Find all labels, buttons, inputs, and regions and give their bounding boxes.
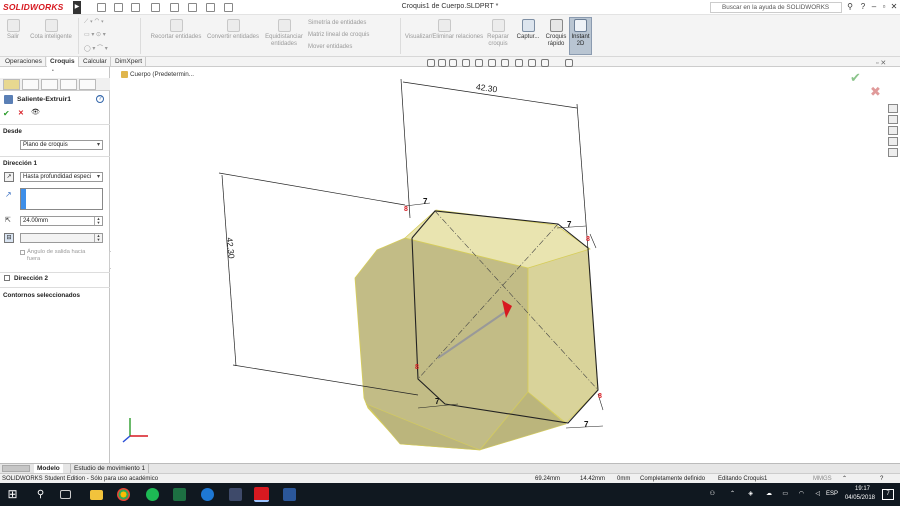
dimension-extension-line — [576, 103, 589, 251]
windows-taskbar: ⊞ ⚲ ⚇ ⌃ ◈ ☁ ▭ ◠ ◁ ESP 19:17 04/05/2018 7 — [0, 483, 900, 506]
dimension-value-8[interactable]: 8 — [415, 364, 419, 371]
clock-time[interactable]: 19:17 — [855, 486, 870, 492]
spotify-icon[interactable] — [146, 488, 159, 501]
model-drawing — [122, 78, 604, 451]
small-dimension-line[interactable] — [589, 233, 597, 249]
app-icon[interactable] — [229, 488, 242, 501]
notifications-icon[interactable]: 7 — [882, 489, 894, 500]
dimension-left-value[interactable]: 42.30 — [225, 237, 237, 259]
word-icon[interactable] — [283, 488, 296, 501]
clock-date[interactable]: 04/05/2018 — [845, 495, 875, 501]
battery-icon[interactable]: ▭ — [782, 490, 788, 497]
dimension-value-8[interactable]: 8 — [598, 393, 602, 400]
confirm-check-icon[interactable]: ✔ — [850, 70, 861, 86]
dimension-extension-line — [218, 172, 406, 206]
volume-icon[interactable]: ◁ — [815, 490, 820, 497]
dimension-value-8[interactable]: 8 — [586, 236, 590, 243]
windows-start-icon[interactable]: ⊞ — [4, 486, 21, 503]
dimension-value-7[interactable]: 7 — [567, 220, 571, 229]
file-explorer-icon[interactable] — [888, 126, 898, 135]
task-pane-tabs — [888, 104, 899, 160]
people-icon[interactable]: ⚇ — [710, 490, 715, 497]
file-explorer-icon[interactable] — [90, 490, 103, 500]
dimension-value-7[interactable]: 7 — [423, 197, 427, 206]
excel-icon[interactable] — [173, 488, 186, 501]
dimension-value-8[interactable]: 8 — [404, 206, 408, 213]
viewport-window-controls[interactable]: ▫ ✕ — [876, 59, 886, 67]
language-indicator[interactable]: ESP — [826, 491, 838, 497]
task-view-icon[interactable] — [60, 490, 71, 499]
dimension-value-7[interactable]: 7 — [435, 397, 439, 406]
dropbox-icon[interactable]: ◈ — [748, 490, 753, 497]
dimension-line-left[interactable] — [221, 174, 237, 367]
cloud-icon[interactable]: ☁ — [766, 490, 772, 497]
tab-motion-study[interactable]: Estudio de movimiento 1 — [70, 464, 150, 473]
design-library-icon[interactable] — [888, 115, 898, 124]
resources-icon[interactable] — [888, 104, 898, 113]
bottom-tabs: Modelo Estudio de movimiento 1 — [0, 463, 900, 473]
search-icon[interactable]: ⚲ — [32, 486, 49, 503]
triad-z-axis — [122, 435, 131, 443]
tray-expand-icon[interactable]: ⌃ — [730, 490, 735, 497]
chrome-icon[interactable] — [117, 488, 130, 501]
custom-properties-icon[interactable] — [888, 148, 898, 157]
wifi-icon[interactable]: ◠ — [799, 490, 804, 497]
tab-modelo[interactable]: Modelo — [34, 464, 63, 473]
appearances-icon[interactable] — [888, 137, 898, 146]
tab-navigation-arrows[interactable] — [2, 465, 30, 472]
solidworks-taskbar-icon[interactable] — [254, 487, 269, 502]
status-bar: SOLIDWORKS Student Edition - Sólo para u… — [0, 473, 900, 483]
dimension-extension-line — [400, 78, 411, 219]
body-right-face[interactable] — [527, 248, 599, 424]
edge-icon[interactable] — [201, 488, 214, 501]
dimension-value-7[interactable]: 7 — [584, 420, 588, 429]
confirm-cancel-icon[interactable]: ✖ — [870, 84, 881, 100]
